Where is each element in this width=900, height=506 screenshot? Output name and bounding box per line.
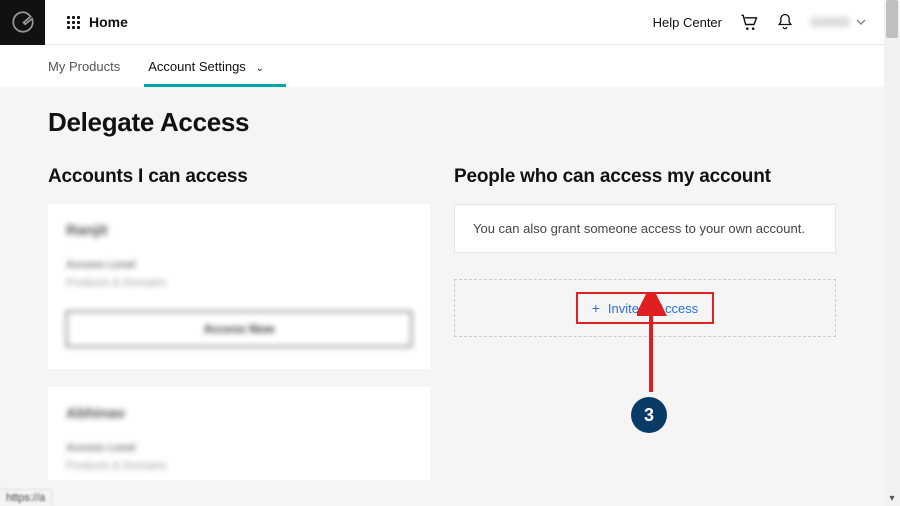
scrollbar-down-button[interactable]: ▾ xyxy=(884,490,900,506)
godaddy-logo-icon xyxy=(10,9,36,35)
top-bar: Home Help Center xyxy=(0,0,884,45)
right-column-heading: People who can access my account xyxy=(454,166,836,188)
notifications-button[interactable] xyxy=(774,11,796,33)
nav-my-products[interactable]: My Products xyxy=(48,47,120,86)
grant-access-info: You can also grant someone access to you… xyxy=(454,204,836,253)
delegate-name: Abhinav xyxy=(66,405,412,422)
page-title: Delegate Access xyxy=(48,107,836,138)
cart-button[interactable] xyxy=(738,11,760,33)
invite-label: Invite to Access xyxy=(608,301,698,316)
access-level-label: Access Level xyxy=(66,442,412,454)
account-menu[interactable] xyxy=(810,17,866,27)
home-link[interactable]: Home xyxy=(89,14,128,30)
scrollbar-thumb[interactable] xyxy=(886,0,898,38)
cart-icon xyxy=(739,12,759,32)
people-who-access-column: People who can access my account You can… xyxy=(454,166,836,498)
grid-icon xyxy=(67,16,80,29)
brand-logo[interactable] xyxy=(0,0,45,45)
plus-icon: + xyxy=(592,300,600,316)
delegate-name: Ranjit xyxy=(66,222,412,239)
nav-account-settings[interactable]: Account Settings ⌄ xyxy=(148,47,264,86)
app-switcher[interactable]: Home xyxy=(67,14,128,30)
help-center-link[interactable]: Help Center xyxy=(653,15,722,30)
left-column-heading: Accounts I can access xyxy=(48,166,430,188)
scrollbar-track[interactable]: ▾ xyxy=(884,0,900,506)
sub-nav: My Products Account Settings ⌄ xyxy=(0,45,884,87)
nav-account-settings-label: Account Settings xyxy=(148,59,246,74)
chevron-down-icon xyxy=(856,17,866,27)
browser-status-url: https://a xyxy=(0,489,52,506)
bell-icon xyxy=(775,12,795,32)
delegate-card: Ranjit Access Level Products & Domains A… xyxy=(48,204,430,369)
access-level-label: Access Level xyxy=(66,259,412,271)
invite-to-access-button[interactable]: + Invite to Access xyxy=(576,292,715,324)
access-level-value: Products & Domains xyxy=(66,277,412,289)
invite-to-access-container[interactable]: + Invite to Access xyxy=(454,279,836,337)
access-now-button[interactable]: Access Now xyxy=(66,311,412,347)
page-content: Delegate Access Accounts I can access Ra… xyxy=(0,87,884,506)
access-level-value: Products & Domains xyxy=(66,460,412,472)
accounts-i-can-access-column: Accounts I can access Ranjit Access Leve… xyxy=(48,166,430,498)
chevron-down-icon: ⌄ xyxy=(255,63,263,74)
delegate-card: Abhinav Access Level Products & Domains xyxy=(48,387,430,480)
